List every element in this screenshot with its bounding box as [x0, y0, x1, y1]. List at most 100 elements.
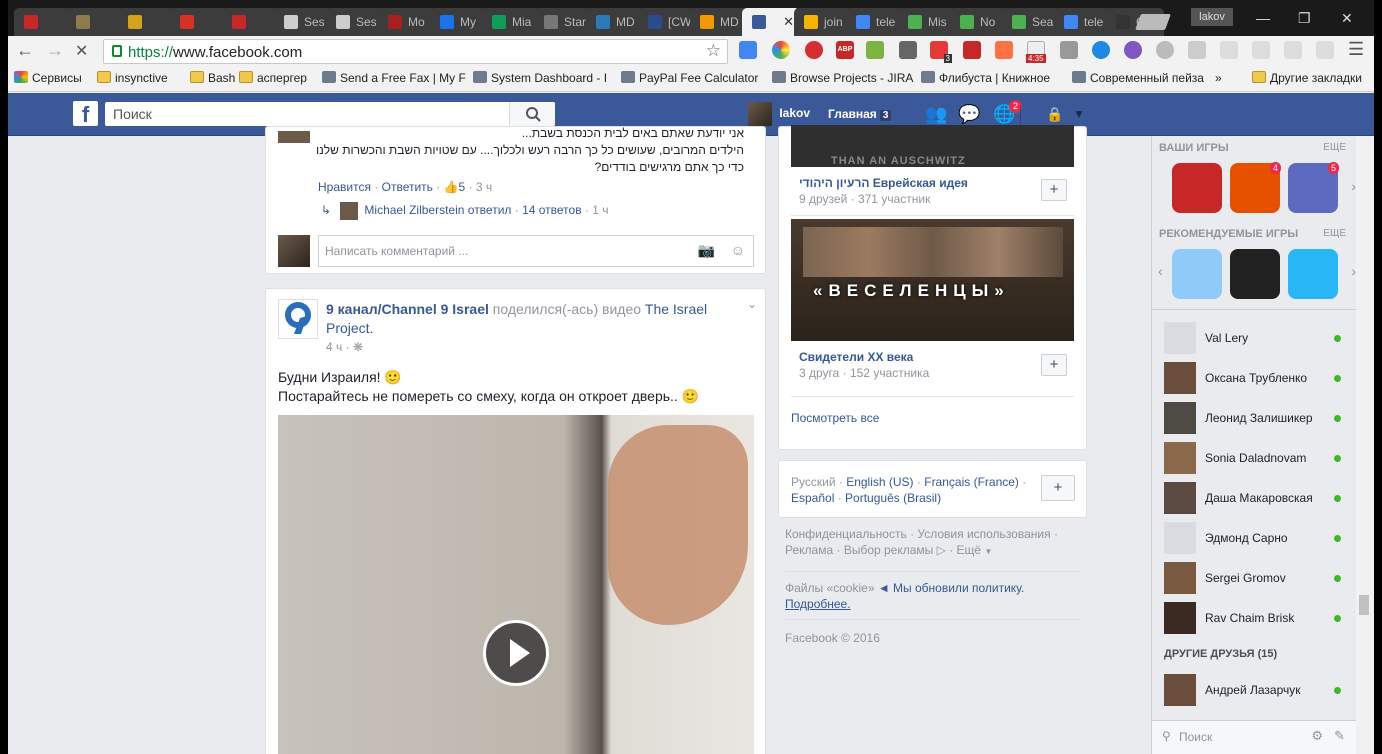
- browser-tab[interactable]: tele: [846, 8, 904, 36]
- scrollbar-thumb[interactable]: [1359, 595, 1369, 615]
- browser-tab[interactable]: ✕: [742, 8, 800, 36]
- evernote-ext-icon[interactable]: [866, 41, 884, 59]
- play-button[interactable]: [483, 620, 549, 686]
- chat-contact[interactable]: Val Lery: [1164, 322, 1349, 356]
- bookmark-item[interactable]: Флибуста | Книжное: [921, 71, 1050, 85]
- browser-tab[interactable]: [118, 8, 176, 36]
- stop-icon[interactable]: ✕: [75, 41, 88, 61]
- calendar-ext-icon[interactable]: 3: [930, 41, 952, 63]
- browser-tab[interactable]: My: [430, 8, 488, 36]
- bookmark-item[interactable]: System Dashboard - I: [473, 71, 607, 85]
- language-option[interactable]: English (US): [846, 475, 913, 489]
- video-player[interactable]: [278, 415, 754, 754]
- browser-tab[interactable]: [222, 8, 280, 36]
- chat-contact[interactable]: Даша Макаровская: [1164, 482, 1349, 516]
- more-link[interactable]: Ещё: [957, 543, 982, 557]
- game-candy-icon[interactable]: 4: [1230, 162, 1281, 213]
- reply-link[interactable]: Ответить: [382, 180, 433, 194]
- messages-icon[interactable]: 💬: [958, 104, 980, 125]
- channel9-logo[interactable]: [278, 299, 318, 339]
- ads-link[interactable]: Реклама: [785, 543, 833, 557]
- more-recommended-link[interactable]: ЕЩЕ: [1323, 228, 1346, 239]
- ext-icon[interactable]: [1252, 41, 1270, 59]
- back-icon[interactable]: ←: [16, 40, 34, 61]
- bulb-ext-icon[interactable]: [1156, 41, 1174, 59]
- bookmark-item[interactable]: insynctive: [97, 71, 168, 85]
- game-shield-icon[interactable]: [1172, 163, 1222, 213]
- mail-ext-icon[interactable]: [899, 41, 917, 59]
- download-ext-icon[interactable]: [1316, 41, 1334, 59]
- ext-icon[interactable]: [1284, 41, 1302, 59]
- group-banner[interactable]: «ВЕСЕЛЕНЦЫ»: [791, 219, 1074, 341]
- fb-search-input[interactable]: Поиск: [105, 102, 555, 126]
- browser-tab[interactable]: join: [794, 8, 852, 36]
- privacy-icon[interactable]: 🔒: [1046, 106, 1063, 123]
- account-menu-icon[interactable]: ▼: [1073, 107, 1085, 121]
- menu-icon[interactable]: ☰: [1348, 39, 1364, 60]
- chat-contact[interactable]: Sonia Daladnovam: [1164, 442, 1349, 476]
- chevron-left-icon[interactable]: ‹: [1158, 263, 1163, 279]
- adblock-icon[interactable]: ABP: [836, 41, 854, 59]
- browser-tab[interactable]: tele: [1054, 8, 1112, 36]
- ad-choices-link[interactable]: Выбор рекламы: [844, 543, 933, 557]
- chat-search-bar[interactable]: ⚲ Поиск ⚙ ✎: [1152, 720, 1357, 754]
- cookie-text[interactable]: Файлы «cookie»: [785, 581, 875, 595]
- facebook-logo-icon[interactable]: f: [73, 101, 98, 127]
- browser-tab[interactable]: Mo: [378, 8, 436, 36]
- game-fashion-icon[interactable]: 5: [1288, 162, 1339, 213]
- address-bar[interactable]: https://www.facebook.com ☆: [103, 39, 728, 64]
- replies-row[interactable]: ↳ Michael Zilberstein ответил · 14 ответ…: [321, 202, 609, 220]
- browser-tab[interactable]: Star: [534, 8, 592, 36]
- comment-input[interactable]: Написать комментарий ... 📷 ☺: [318, 235, 754, 267]
- bookmark-item[interactable]: Bash: [190, 71, 235, 85]
- browser-tab[interactable]: Ses: [326, 8, 384, 36]
- browser-tab[interactable]: [170, 8, 228, 36]
- timer-ext-icon[interactable]: 4:35: [1026, 41, 1046, 63]
- minimize-icon[interactable]: —: [1256, 10, 1270, 26]
- translate-ext-icon[interactable]: [739, 41, 757, 59]
- chat-contact[interactable]: Rav Chaim Brisk: [1164, 602, 1349, 636]
- cookie-policy-link[interactable]: ◄ Мы обновили политику.: [878, 581, 1024, 595]
- page-scrollbar[interactable]: [1356, 136, 1374, 754]
- bookmarks-more-button[interactable]: »: [1215, 71, 1222, 85]
- chat-contact[interactable]: Оксана Трубленко: [1164, 362, 1349, 396]
- post-menu-chevron-icon[interactable]: ⌄: [747, 297, 757, 311]
- terms-link[interactable]: Условия использования: [917, 527, 1050, 541]
- opera-ext-icon[interactable]: [805, 41, 823, 59]
- chat-contact[interactable]: Sergei Gromov: [1164, 562, 1349, 596]
- rss-ext-icon[interactable]: [995, 41, 1013, 59]
- ext-icon[interactable]: [1060, 41, 1078, 59]
- gear-icon[interactable]: ⚙: [1311, 728, 1323, 744]
- browser-tab[interactable]: No: [950, 8, 1008, 36]
- browser-tab[interactable]: MD: [690, 8, 748, 36]
- learn-more-link[interactable]: Подробнее.: [785, 597, 851, 611]
- add-language-button[interactable]: +: [1041, 475, 1075, 501]
- join-group-button[interactable]: +: [1041, 354, 1067, 376]
- close-tab-icon[interactable]: ✕: [783, 14, 794, 30]
- browser-tab[interactable]: [CW: [638, 8, 696, 36]
- bookmark-star-icon[interactable]: ☆: [706, 41, 721, 61]
- bookmark-item[interactable]: Современный пейза: [1072, 71, 1204, 85]
- bookmark-item[interactable]: PayPal Fee Calculator: [621, 71, 758, 85]
- reply-count[interactable]: 14 ответов: [522, 203, 582, 217]
- search-button[interactable]: [509, 102, 555, 126]
- browser-tab[interactable]: MD: [586, 8, 644, 36]
- language-option[interactable]: Português (Brasil): [845, 491, 941, 505]
- friend-requests-icon[interactable]: 👥: [925, 104, 947, 125]
- ext-icon[interactable]: [1124, 41, 1142, 59]
- group-name[interactable]: Свидетели XX века: [799, 350, 913, 364]
- group-banner[interactable]: THAN AN AUSCHWITZ: [791, 125, 1074, 167]
- browser-tab[interactable]: [14, 8, 72, 36]
- home-link[interactable]: Главная 3: [828, 107, 892, 121]
- profile-button[interactable]: lakov: [1191, 8, 1233, 26]
- group-name[interactable]: הרעיון היהודי Еврейская идея: [799, 176, 968, 190]
- game-snake-icon[interactable]: [1230, 249, 1280, 299]
- forward-icon[interactable]: →: [46, 40, 64, 61]
- dropbox-ext-icon[interactable]: [1220, 41, 1238, 59]
- browser-tab[interactable]: Mis: [898, 8, 956, 36]
- camera-icon[interactable]: 📷: [698, 242, 715, 259]
- game-hangman-icon[interactable]: [1172, 249, 1222, 299]
- post-time[interactable]: 4 ч: [326, 340, 342, 354]
- browser-tab[interactable]: Ses: [274, 8, 332, 36]
- reply-author[interactable]: Michael Zilberstein ответил: [364, 203, 511, 217]
